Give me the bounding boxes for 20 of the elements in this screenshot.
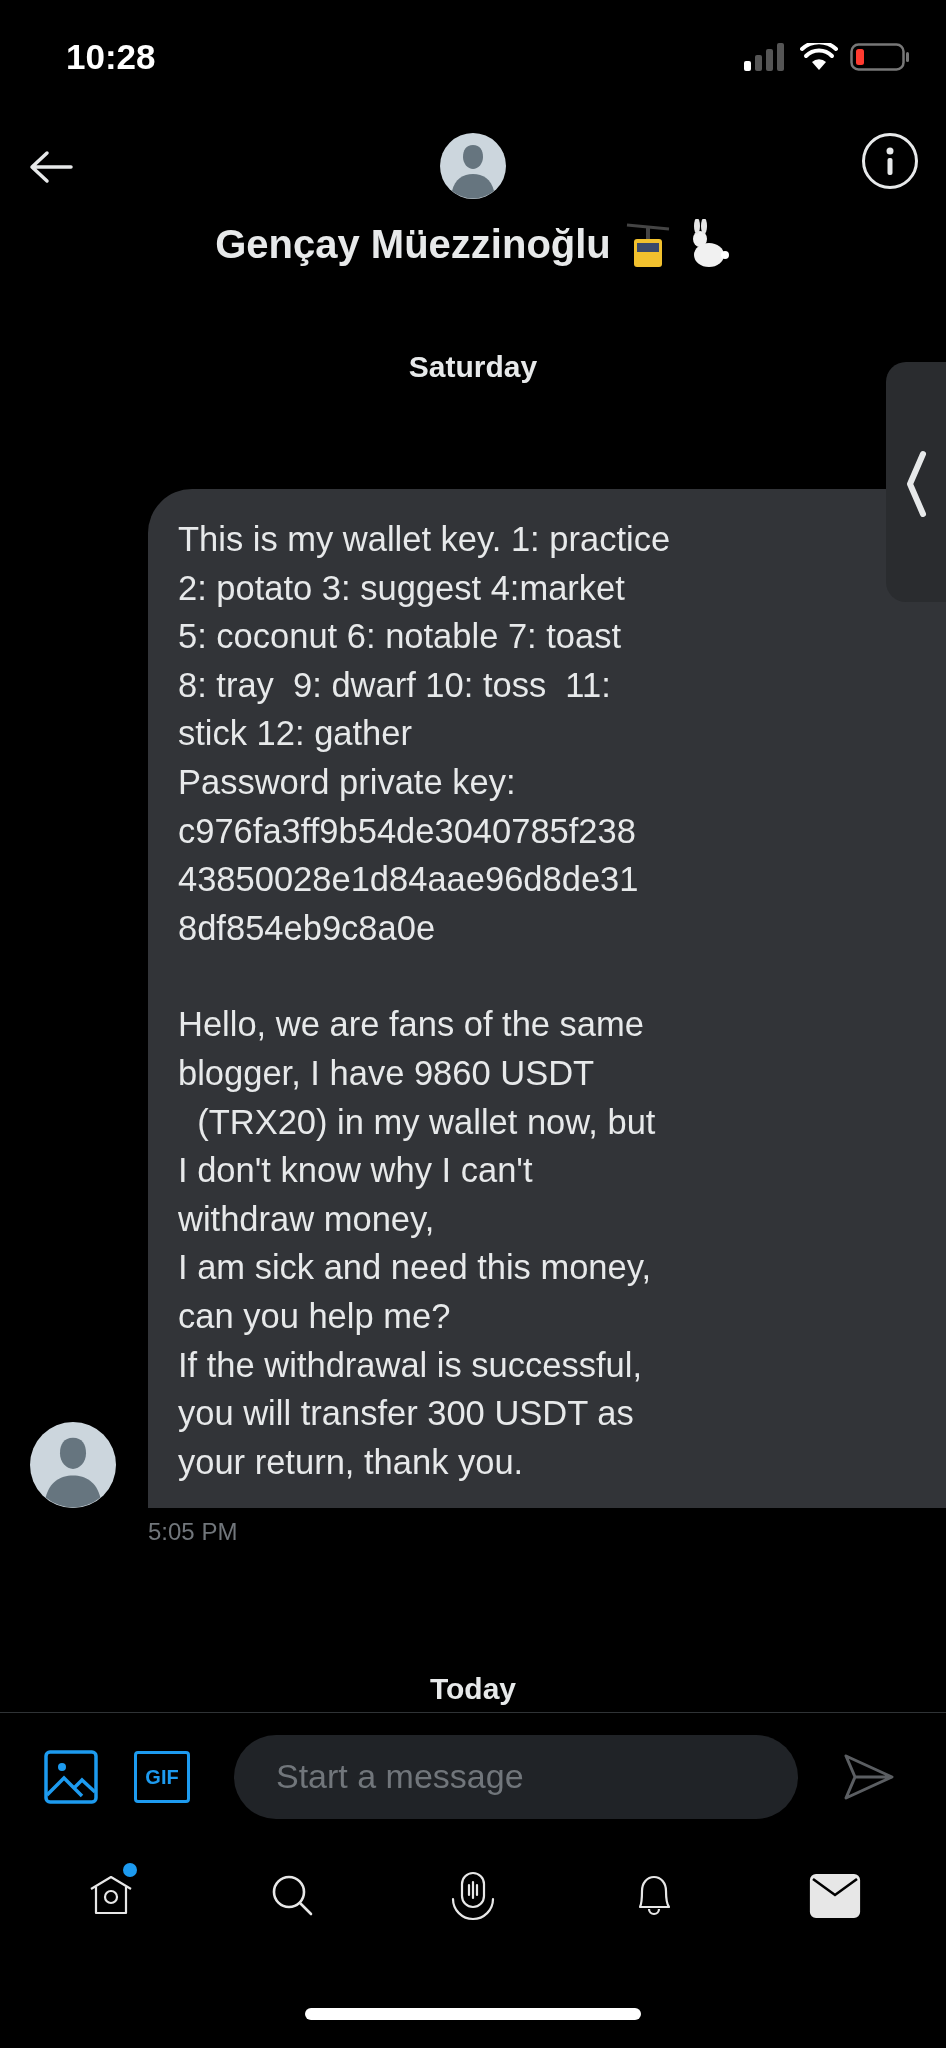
message-input[interactable]: Start a message [234,1734,798,1819]
gif-button[interactable]: GIF [134,1750,190,1803]
image-icon [44,1749,98,1804]
info-button[interactable] [862,133,918,189]
info-icon [886,147,894,175]
side-panel-handle[interactable] [886,362,946,602]
day-separator: Today [429,1671,517,1708]
contact-name: Gençay Müezzinoğlu [215,221,611,268]
message-text: This is my wallet key. 1: practice 2: potato 3: suggest 4:market 5: coconut 6: notable 7: toast 8: tray 9: dwarf 10: toss 11: stick 12: gather Password private key: c976fa3ff9b54de3040785f238 43850028e1d84aae96d8de31 8df854eb9c8a0e [178,519,672,949]
battery-icon [850,43,910,71]
message-time: 5:05 PM [148,1517,239,1548]
contact-avatar [440,133,506,199]
chevron-left-icon [905,450,927,518]
back-arrow-icon [29,150,73,184]
day-separator: Saturday [408,349,538,385]
status-time: 10:28 [66,35,156,78]
message-text: Hello, we are fans of the same blogger, I have 9860 USDT (TRX20) in my wallet now, but I don't know why I can't withdraw money, I am sick and need this money, can you help me? If the withdrawal is successful, you will transfer 300 USDT as your return, thank you. [178,1004,657,1483]
image-button[interactable] [44,1749,98,1804]
send-icon [843,1752,895,1801]
wifi-icon [800,43,838,71]
